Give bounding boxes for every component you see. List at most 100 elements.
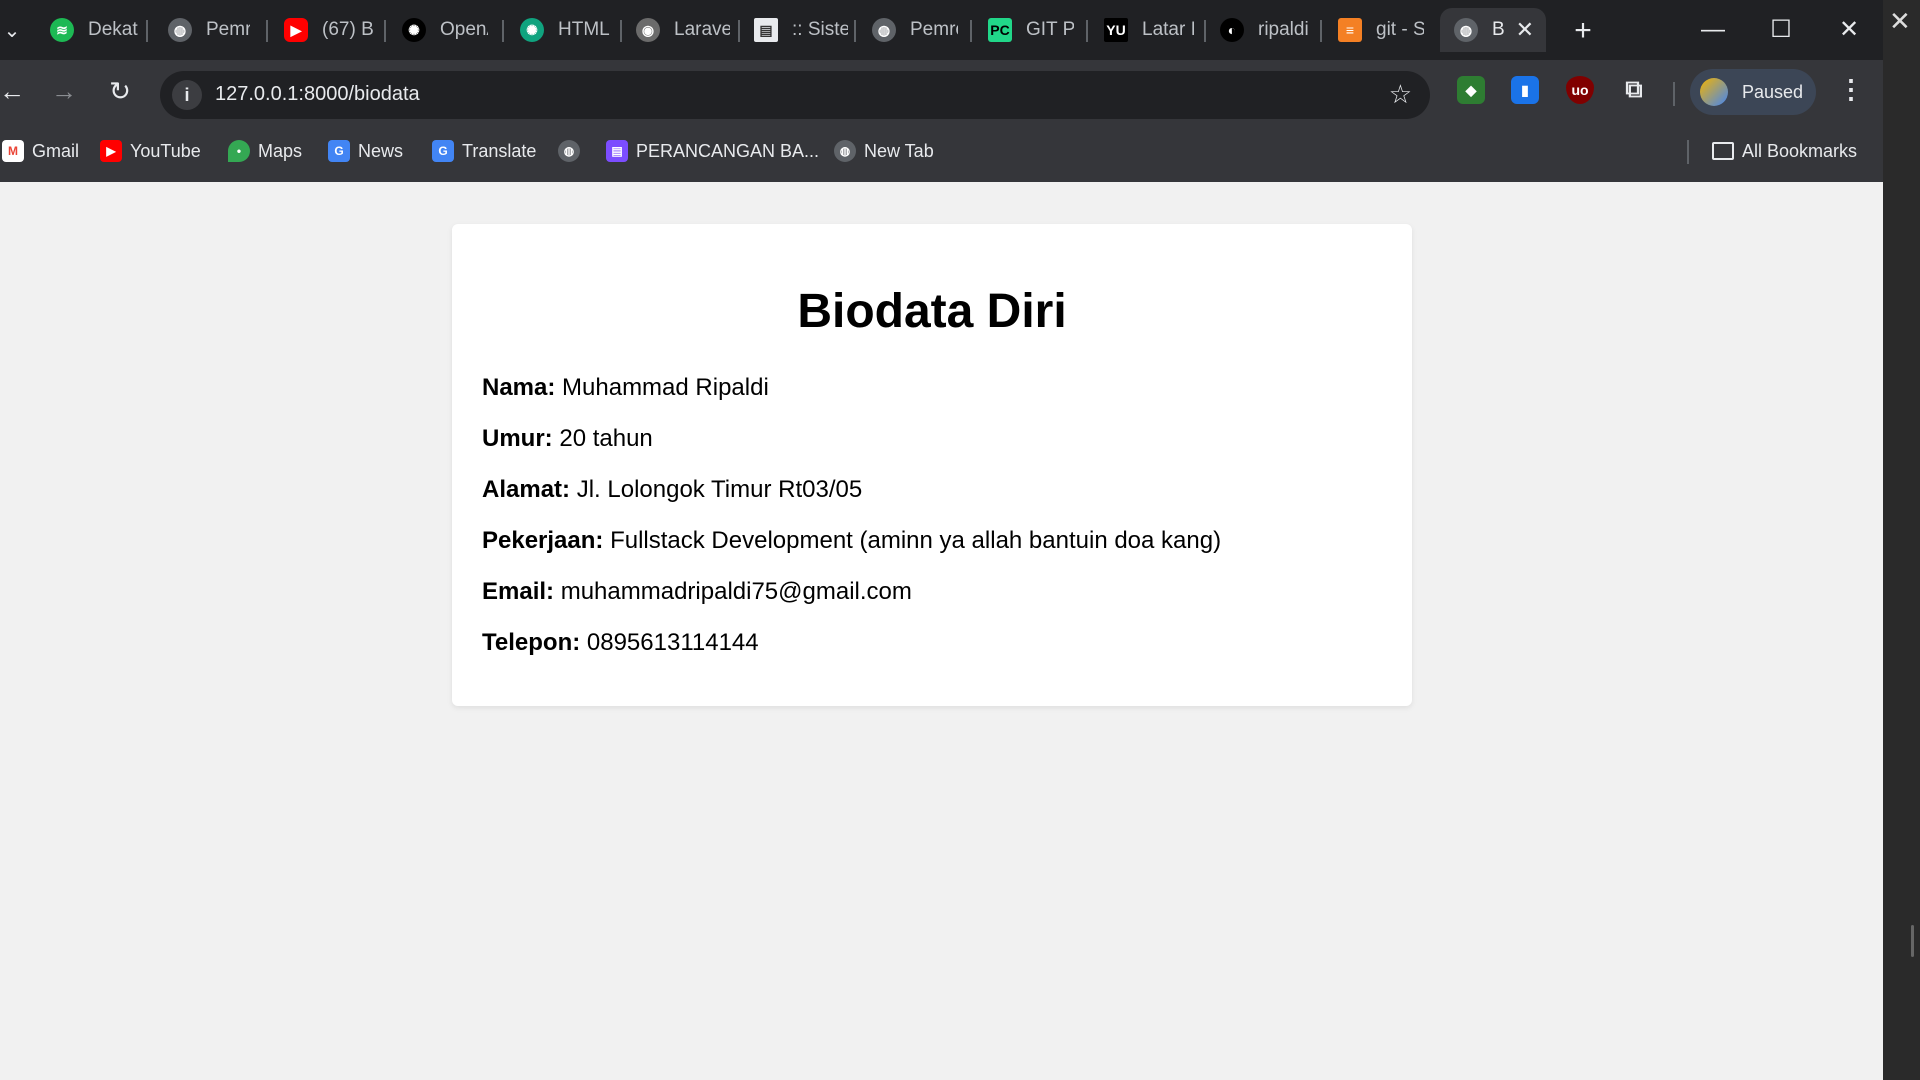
bookmark-label: Maps xyxy=(258,140,303,161)
tab-9[interactable]: YU Latar I xyxy=(1090,8,1194,52)
tab-divider xyxy=(1086,20,1088,42)
bookmark-gmail[interactable]: M Gmail xyxy=(2,138,79,164)
biodata-card: Biodata Diri Nama: Muhammad Ripaldi Umur… xyxy=(452,224,1412,706)
close-icon: ✕ xyxy=(1889,6,1911,36)
tab-divider xyxy=(1320,20,1322,42)
globe-icon: ◍ xyxy=(834,140,856,162)
address-bar[interactable]: i 127.0.0.1:8000/biodata ☆ xyxy=(160,71,1430,119)
scrollbar-thumb xyxy=(1911,925,1914,957)
tab-1[interactable]: ◍ Pemrograman xyxy=(154,8,250,52)
bookmark-translate[interactable]: G Translate xyxy=(432,138,536,164)
tab-title: HTML xyxy=(558,19,610,40)
field-pekerjaan: Pekerjaan: Fullstack Development (aminn … xyxy=(482,527,1221,555)
maximize-icon[interactable]: ☐ xyxy=(1758,12,1804,48)
tab-title: OpenAI xyxy=(440,19,488,40)
tab-8[interactable]: PC GIT Pu xyxy=(974,8,1074,52)
browser-toolbar: ← → ↻ i 127.0.0.1:8000/biodata ☆ ◆ ▮ uo … xyxy=(0,60,1883,120)
translate-icon: G xyxy=(432,140,454,162)
all-bookmarks[interactable]: All Bookmarks xyxy=(1712,138,1857,164)
bookmark-label: New Tab xyxy=(864,140,934,161)
github-icon: ◐ xyxy=(1220,18,1244,42)
tab-divider xyxy=(970,20,972,42)
pycharm-icon: PC xyxy=(988,18,1012,42)
page-icon: ▤ xyxy=(754,18,778,42)
laravel-icon: ◉ xyxy=(636,18,660,42)
tab-2[interactable]: ▶ (67) B xyxy=(270,8,374,52)
tab-divider xyxy=(502,20,504,42)
back-icon[interactable]: ← xyxy=(0,73,30,109)
tab-5[interactable]: ◉ Laravel xyxy=(622,8,730,52)
tab-active[interactable]: ◍ B ✕ xyxy=(1440,8,1546,52)
extension-reader-icon[interactable]: ▮ xyxy=(1511,76,1539,104)
tab-7[interactable]: ◍ Pemrograman xyxy=(858,8,958,52)
tab-10[interactable]: ◐ ripaldi xyxy=(1206,8,1310,52)
background-window-edge: ✕ xyxy=(1883,0,1920,1080)
tab-title: ripaldi xyxy=(1258,19,1309,40)
gmail-icon: M xyxy=(2,140,24,162)
tab-title: Dekat xyxy=(88,19,138,40)
field-value: Fullstack Development (aminn ya allah ba… xyxy=(610,527,1222,554)
tab-search-icon[interactable]: ⌄ xyxy=(0,14,24,48)
bookmark-label: News xyxy=(358,140,404,161)
tab-divider xyxy=(146,20,148,42)
tab-title: git - S xyxy=(1376,19,1424,40)
tab-title: B xyxy=(1492,19,1505,40)
new-tab-button[interactable]: + xyxy=(1566,14,1600,48)
extensions-puzzle-icon[interactable]: ⧉ xyxy=(1620,76,1648,104)
url-text[interactable]: 127.0.0.1:8000/biodata xyxy=(215,83,420,106)
extension-color-icon[interactable]: ◆ xyxy=(1457,76,1485,104)
docs-icon: ▤ xyxy=(606,140,628,162)
globe-icon: ◍ xyxy=(168,18,192,42)
field-telepon: Telepon: 0895613114144 xyxy=(482,629,759,657)
tab-strip: ⌄ ≋ Dekat ◍ Pemrograman ▶ (67) B ✺ OpenA… xyxy=(0,0,1883,60)
bookmark-perancangan[interactable]: ▤ PERANCANGAN BA... xyxy=(606,138,819,164)
field-nama: Nama: Muhammad Ripaldi xyxy=(482,374,769,402)
tab-6[interactable]: ▤ :: Sistem xyxy=(740,8,848,52)
youtube-icon: ▶ xyxy=(284,18,308,42)
tab-title: :: Sistem xyxy=(792,19,848,40)
youtube-icon: ▶ xyxy=(100,140,122,162)
bookmark-news[interactable]: G News xyxy=(328,138,403,164)
tab-11[interactable]: ≡ git - S xyxy=(1324,8,1424,52)
globe-icon: ◍ xyxy=(558,140,580,162)
bookmark-new-tab[interactable]: ◍ New Tab xyxy=(834,138,934,164)
field-label: Pekerjaan: xyxy=(482,527,604,554)
bookmark-label: Translate xyxy=(462,140,537,161)
toolbar-divider xyxy=(1673,82,1675,106)
bookmark-globe[interactable]: ◍ xyxy=(558,138,588,164)
all-bookmarks-label: All Bookmarks xyxy=(1742,140,1858,161)
browser-window: ⌄ ≋ Dekat ◍ Pemrograman ▶ (67) B ✺ OpenA… xyxy=(0,0,1883,1080)
tab-title: Pemrograman xyxy=(206,19,250,40)
bookmark-youtube[interactable]: ▶ YouTube xyxy=(100,138,201,164)
field-value: 0895613114144 xyxy=(586,629,759,656)
profile-button[interactable]: Paused xyxy=(1690,69,1816,115)
tab-divider xyxy=(266,20,268,42)
bookmarks-bar: M Gmail ▶ YouTube • Maps G News G Transl… xyxy=(0,120,1883,182)
bookmark-label: YouTube xyxy=(130,140,201,161)
profile-status: Paused xyxy=(1742,82,1804,102)
reload-icon[interactable]: ↻ xyxy=(102,73,138,109)
tab-title: Laravel xyxy=(674,19,730,40)
news-icon: G xyxy=(328,140,350,162)
tab-0[interactable]: ≋ Dekat xyxy=(36,8,140,52)
yu-icon: YU xyxy=(1104,18,1128,42)
bookmark-maps[interactable]: • Maps xyxy=(228,138,302,164)
minimize-icon[interactable]: — xyxy=(1690,12,1736,48)
page-viewport: Biodata Diri Nama: Muhammad Ripaldi Umur… xyxy=(0,182,1883,1080)
field-label: Telepon: xyxy=(482,629,581,656)
tab-title: (67) B xyxy=(322,19,374,40)
menu-kebab-icon[interactable]: ⋮ xyxy=(1836,74,1866,105)
field-label: Email: xyxy=(482,578,555,605)
site-info-icon[interactable]: i xyxy=(172,80,202,110)
maps-icon: • xyxy=(228,140,250,162)
field-umur: Umur: 20 tahun xyxy=(482,425,653,453)
ublock-icon[interactable]: uo xyxy=(1566,76,1594,104)
avatar xyxy=(1700,78,1728,106)
tab-4[interactable]: ✺ HTML xyxy=(506,8,610,52)
close-tab-icon[interactable]: ✕ xyxy=(1516,17,1534,43)
tab-3[interactable]: ✺ OpenAI xyxy=(388,8,488,52)
tab-title: Latar I xyxy=(1142,19,1194,40)
forward-icon[interactable]: → xyxy=(46,73,82,109)
bookmark-star-icon[interactable]: ☆ xyxy=(1389,79,1412,110)
close-window-icon[interactable]: ✕ xyxy=(1826,12,1872,48)
